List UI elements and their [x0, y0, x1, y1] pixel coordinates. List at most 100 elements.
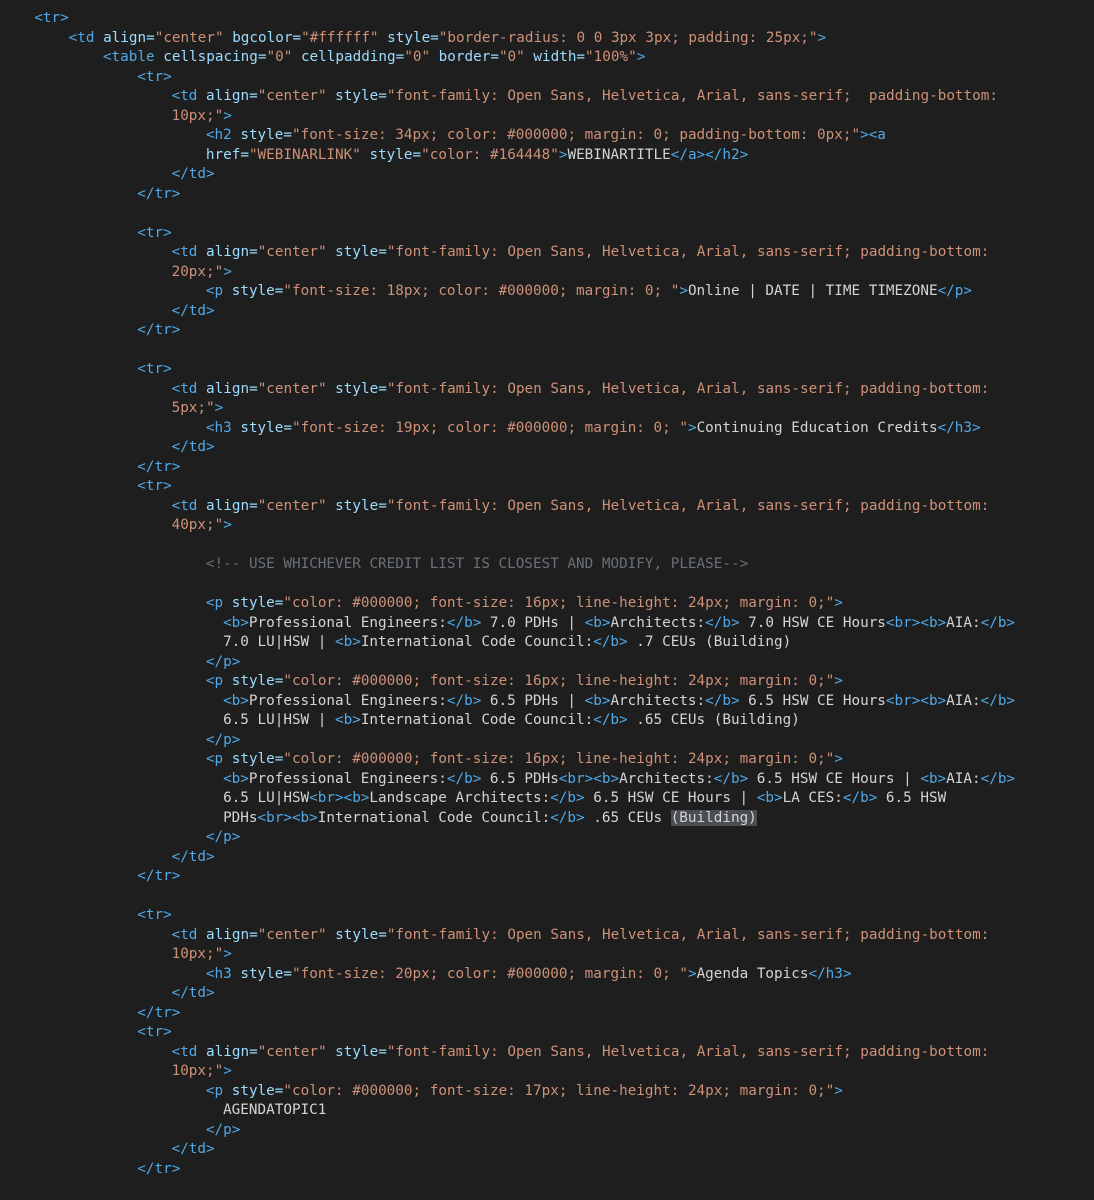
code-line[interactable]: <b>Professional Engineers:</b> 6.5 PDHs<…: [0, 770, 1094, 790]
code-line[interactable]: <tr>: [0, 360, 1094, 380]
code-line[interactable]: </p>: [0, 731, 1094, 751]
code-line[interactable]: [0, 536, 1094, 556]
code-line[interactable]: <td align="center" style="font-family: O…: [0, 243, 1094, 263]
code-attribute-token: style=: [231, 595, 284, 611]
code-string-token: "center": [257, 88, 327, 104]
code-text-token: AIA:: [946, 614, 981, 631]
code-line[interactable]: 20px;">: [0, 263, 1094, 283]
code-line[interactable]: <td align="center" style="font-family: O…: [0, 380, 1094, 400]
code-line[interactable]: 10px;">: [0, 107, 1094, 127]
code-line[interactable]: href="WEBINARLINK" style="color: #164448…: [0, 146, 1094, 166]
code-tag-token: </b>: [550, 790, 585, 806]
code-line[interactable]: 10px;">: [0, 945, 1094, 965]
code-line[interactable]: </p>: [0, 1121, 1094, 1141]
code-line[interactable]: <p style="color: #000000; font-size: 16p…: [0, 750, 1094, 770]
code-highlighted-token: (Building): [670, 809, 757, 826]
code-line[interactable]: </tr>: [0, 1160, 1094, 1180]
code-line[interactable]: <p style="color: #000000; font-size: 16p…: [0, 594, 1094, 614]
code-line[interactable]: </tr>: [0, 458, 1094, 478]
code-line[interactable]: AGENDATOPIC1: [0, 1101, 1094, 1121]
code-string-token: "center": [257, 1043, 327, 1060]
code-line[interactable]: 7.0 LU|HSW | <b>International Code Counc…: [0, 633, 1094, 653]
code-line[interactable]: [0, 341, 1094, 361]
code-line[interactable]: </td>: [0, 438, 1094, 458]
code-tag-token: </h3>: [808, 965, 852, 982]
code-line[interactable]: <p style="font-size: 18px; color: #00000…: [0, 282, 1094, 302]
code-line[interactable]: <tr>: [0, 68, 1094, 88]
code-attribute-token: style=: [240, 965, 292, 982]
code-line[interactable]: <td align="center" style="font-family: O…: [0, 497, 1094, 517]
code-line[interactable]: </p>: [0, 653, 1094, 673]
code-string-token: "color: #000000; font-size: 16px; line-h…: [283, 751, 835, 767]
code-line[interactable]: PDHs<br><b>International Code Council:</…: [0, 809, 1094, 829]
code-line[interactable]: <!-- USE WHICHEVER CREDIT LIST IS CLOSES…: [0, 555, 1094, 575]
code-line[interactable]: <tr>: [0, 477, 1094, 497]
code-line[interactable]: <h3 style="font-size: 19px; color: #0000…: [0, 419, 1094, 439]
code-attribute-token: bgcolor=: [223, 29, 302, 46]
code-tag-token: </b>: [446, 692, 482, 709]
code-line[interactable]: [0, 887, 1094, 907]
code-tag-token: <p: [205, 595, 232, 611]
code-line[interactable]: <tr>: [0, 1023, 1094, 1043]
code-line[interactable]: </tr>: [0, 1004, 1094, 1024]
code-line[interactable]: 5px;">: [0, 399, 1094, 419]
code-line[interactable]: [0, 575, 1094, 595]
code-tag-token: </tr>: [137, 868, 181, 884]
code-line[interactable]: </td>: [0, 848, 1094, 868]
code-line[interactable]: </tr>: [0, 321, 1094, 341]
code-string-token: "font-family: Open Sans, Helvetica, Aria…: [386, 497, 990, 514]
code-line[interactable]: <tr>: [0, 906, 1094, 926]
code-line[interactable]: </td>: [0, 302, 1094, 322]
code-attribute-token: style=: [326, 380, 387, 397]
code-tag-token: </p>: [205, 829, 241, 845]
code-line[interactable]: <td align="center" style="font-family: O…: [0, 1043, 1094, 1063]
code-line[interactable]: </tr>: [0, 185, 1094, 205]
code-line[interactable]: 40px;">: [0, 516, 1094, 536]
code-string-token: 5px;": [171, 400, 215, 416]
code-text-token: .65 CEUs: [584, 809, 671, 826]
code-line[interactable]: <h3 style="font-size: 20px; color: #0000…: [0, 965, 1094, 985]
code-tag-token: </b>: [446, 770, 482, 787]
code-line[interactable]: 6.5 LU|HSW | <b>International Code Counc…: [0, 711, 1094, 731]
code-line[interactable]: <table cellspacing="0" cellpadding="0" b…: [0, 48, 1094, 68]
code-line[interactable]: <td align="center" bgcolor="#ffffff" sty…: [0, 29, 1094, 49]
code-string-token: "font-size: 18px; color: #000000; margin…: [283, 283, 680, 299]
code-tag-token: <b>: [223, 692, 249, 709]
code-line[interactable]: </tr>: [0, 867, 1094, 887]
code-line[interactable]: <b>Professional Engineers:</b> 6.5 PDHs …: [0, 692, 1094, 712]
code-tag-token: </b>: [593, 712, 628, 728]
code-line[interactable]: </p>: [0, 828, 1094, 848]
code-tag-token: </b>: [550, 809, 585, 826]
code-line[interactable]: <td align="center" style="font-family: O…: [0, 87, 1094, 107]
code-line[interactable]: <h2 style="font-size: 34px; color: #0000…: [0, 126, 1094, 146]
code-line[interactable]: </td>: [0, 165, 1094, 185]
code-line[interactable]: </td>: [0, 1140, 1094, 1160]
code-line[interactable]: [0, 204, 1094, 224]
code-attribute-token: style=: [231, 283, 284, 299]
code-tag-token: >: [223, 946, 232, 962]
code-string-token: "font-family: Open Sans, Helvetica, Aria…: [386, 380, 990, 397]
code-string-token: "center": [257, 244, 327, 260]
code-editor[interactable]: <tr> <td align="center" bgcolor="#ffffff"…: [0, 0, 1094, 1200]
code-line[interactable]: 10px;">: [0, 1062, 1094, 1082]
code-text-token: 6.5 PDHs |: [481, 692, 585, 709]
code-text-token: 6.5 LU|HSW: [223, 790, 310, 806]
code-tag-token: </b>: [980, 614, 1016, 631]
code-line[interactable]: </td>: [0, 984, 1094, 1004]
code-string-token: "0": [266, 49, 293, 65]
code-line[interactable]: 6.5 LU|HSW<br><b>Landscape Architects:</…: [0, 789, 1094, 809]
code-line[interactable]: <p style="color: #000000; font-size: 17p…: [0, 1082, 1094, 1102]
code-string-token: "font-size: 34px; color: #000000; margin…: [292, 127, 861, 143]
code-text-token: 7.0 PDHs |: [481, 614, 585, 631]
code-line[interactable]: <td align="center" style="font-family: O…: [0, 926, 1094, 946]
code-tag-token: >: [223, 263, 232, 280]
code-line[interactable]: <tr>: [0, 9, 1094, 29]
code-tag-token: <b>: [584, 614, 611, 631]
code-line[interactable]: <p style="color: #000000; font-size: 16p…: [0, 672, 1094, 692]
code-attribute-token: align=: [206, 1043, 258, 1060]
code-line[interactable]: <tr>: [0, 224, 1094, 244]
code-tag-token: <td: [171, 244, 207, 260]
code-tag-token: <b>: [584, 692, 611, 709]
code-string-token: "center": [257, 380, 327, 397]
code-line[interactable]: <b>Professional Engineers:</b> 7.0 PDHs …: [0, 614, 1094, 634]
